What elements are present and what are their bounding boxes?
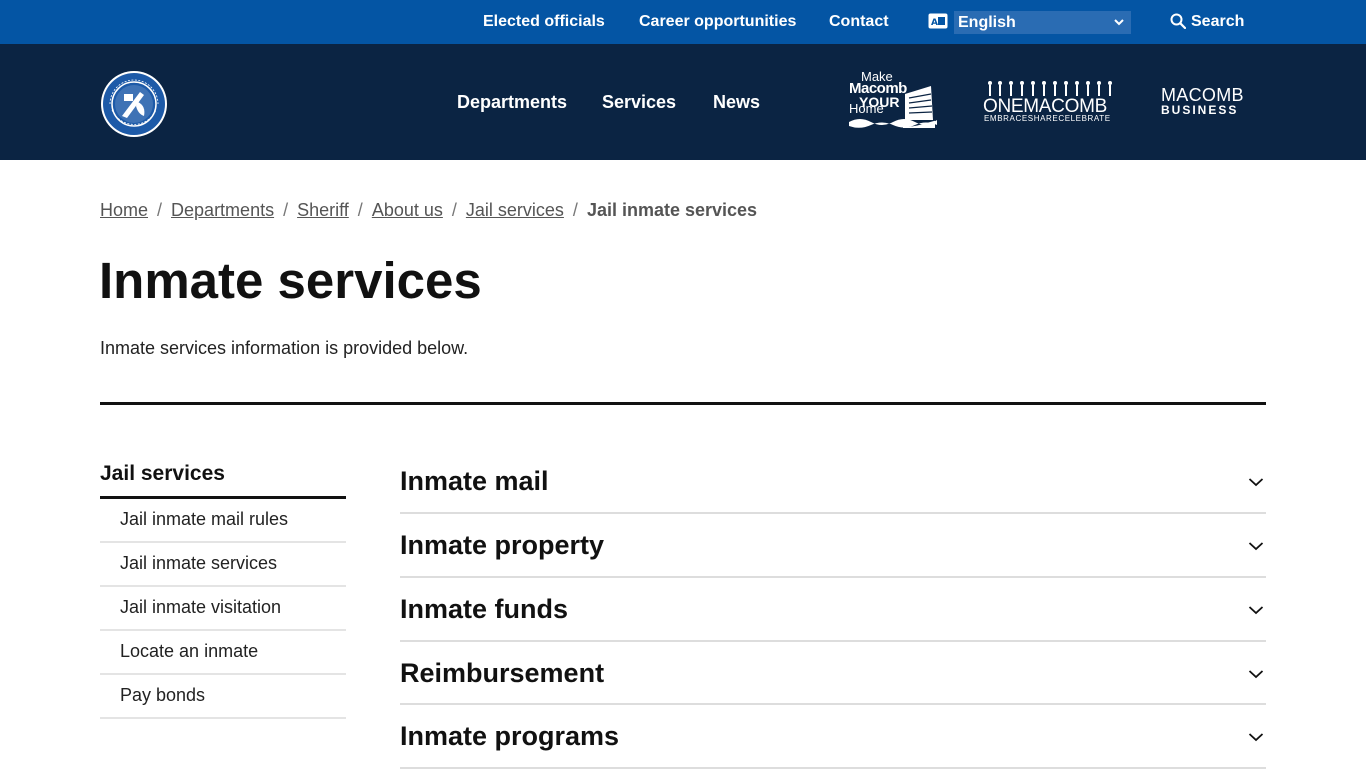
sidebar-item-jail-inmate-services[interactable]: Jail inmate services (100, 543, 346, 587)
accordion-item-inmate-programs[interactable]: Inmate programs (400, 705, 1266, 769)
breadcrumb: Home / Departments / Sheriff / About us / Jail s… (100, 199, 757, 221)
macomb-business-logo[interactable]: MACOMB BUSINESS (1161, 86, 1245, 120)
accordion: Inmate mail Inmate property Inmate funds… (400, 450, 1266, 769)
breadcrumb-home[interactable]: Home (100, 200, 148, 220)
sidebar-item-pay-bonds[interactable]: Pay bonds (100, 675, 346, 719)
language-select[interactable]: English (954, 11, 1131, 34)
breadcrumb-separator: / (157, 200, 163, 220)
page-intro: Inmate services information is provided … (100, 338, 469, 358)
breadcrumb-jail-services[interactable]: Jail services (466, 200, 564, 220)
page-title: Inmate services (99, 252, 482, 309)
breadcrumb-separator: / (451, 200, 457, 220)
elected-officials-link[interactable]: Elected officials (483, 0, 605, 44)
sidebar-title[interactable]: Jail services (100, 461, 225, 487)
nav-departments[interactable]: Departments (457, 92, 567, 113)
one-macomb-logo[interactable]: ONEMACOMB EMBRACESHARECELEBRATE (983, 80, 1115, 126)
macomb-business-line-2: BUSINESS (1161, 103, 1239, 117)
nav-services[interactable]: Services (602, 92, 676, 113)
contact-link[interactable]: Contact (829, 0, 889, 44)
chevron-down-icon (1248, 542, 1264, 551)
career-opportunities-link[interactable]: Career opportunities (639, 0, 796, 44)
accordion-item-reimbursement[interactable]: Reimbursement (400, 642, 1266, 706)
macomb-county-seal-logo[interactable] (100, 70, 168, 138)
search-button[interactable]: Search (1170, 0, 1244, 44)
wave-icon (849, 119, 937, 128)
breadcrumb-about-us[interactable]: About us (372, 200, 443, 220)
utility-bar: Elected officials Career opportunities C… (0, 0, 1366, 44)
accordion-title: Inmate property (400, 530, 605, 561)
sidebar-item-locate-an-inmate[interactable]: Locate an inmate (100, 631, 346, 675)
accordion-title: Inmate mail (400, 466, 549, 496)
breadcrumb-separator: / (283, 200, 289, 220)
title-divider (100, 402, 1266, 405)
search-label: Search (1191, 13, 1245, 30)
make-macomb-your-home-logo[interactable]: Make Macomb YOUR Home (849, 70, 937, 132)
accordion-item-inmate-funds[interactable]: Inmate funds (400, 578, 1266, 642)
sidebar-item-jail-inmate-visitation[interactable]: Jail inmate visitation (100, 587, 346, 631)
accordion-title: Reimbursement (400, 657, 605, 688)
language-value: English (958, 14, 1016, 31)
mmyh-line-4: Home (849, 101, 884, 116)
breadcrumb-current: Jail inmate services (586, 200, 758, 220)
one-macomb-tagline: EMBRACESHARECELEBRATE (984, 114, 1111, 123)
accordion-item-inmate-mail[interactable]: Inmate mail (400, 450, 1266, 515)
svg-text:A: A (931, 18, 938, 28)
sidebar-item-jail-inmate-mail-rules[interactable]: Jail inmate mail rules (100, 499, 346, 543)
sidebar-nav: Jail inmate mail rules Jail inmate servi… (100, 499, 346, 719)
chevron-down-icon (1248, 669, 1264, 678)
breadcrumb-sheriff[interactable]: Sheriff (297, 200, 349, 220)
breadcrumb-separator: / (357, 200, 363, 220)
chevron-down-icon (1248, 478, 1264, 487)
accordion-title: Inmate programs (400, 721, 620, 752)
search-icon (1170, 13, 1186, 29)
nav-news[interactable]: News (713, 92, 760, 113)
chevron-down-icon (1248, 606, 1264, 615)
chevron-down-icon (1114, 19, 1124, 26)
chevron-down-icon (1248, 733, 1264, 742)
translate-icon: A (928, 13, 948, 29)
accordion-title: Inmate funds (400, 593, 569, 624)
accordion-item-inmate-property[interactable]: Inmate property (400, 514, 1266, 578)
breadcrumb-departments[interactable]: Departments (171, 200, 274, 220)
breadcrumb-separator: / (572, 200, 578, 220)
main-header: Departments Services News Make Macomb YO… (0, 44, 1366, 160)
